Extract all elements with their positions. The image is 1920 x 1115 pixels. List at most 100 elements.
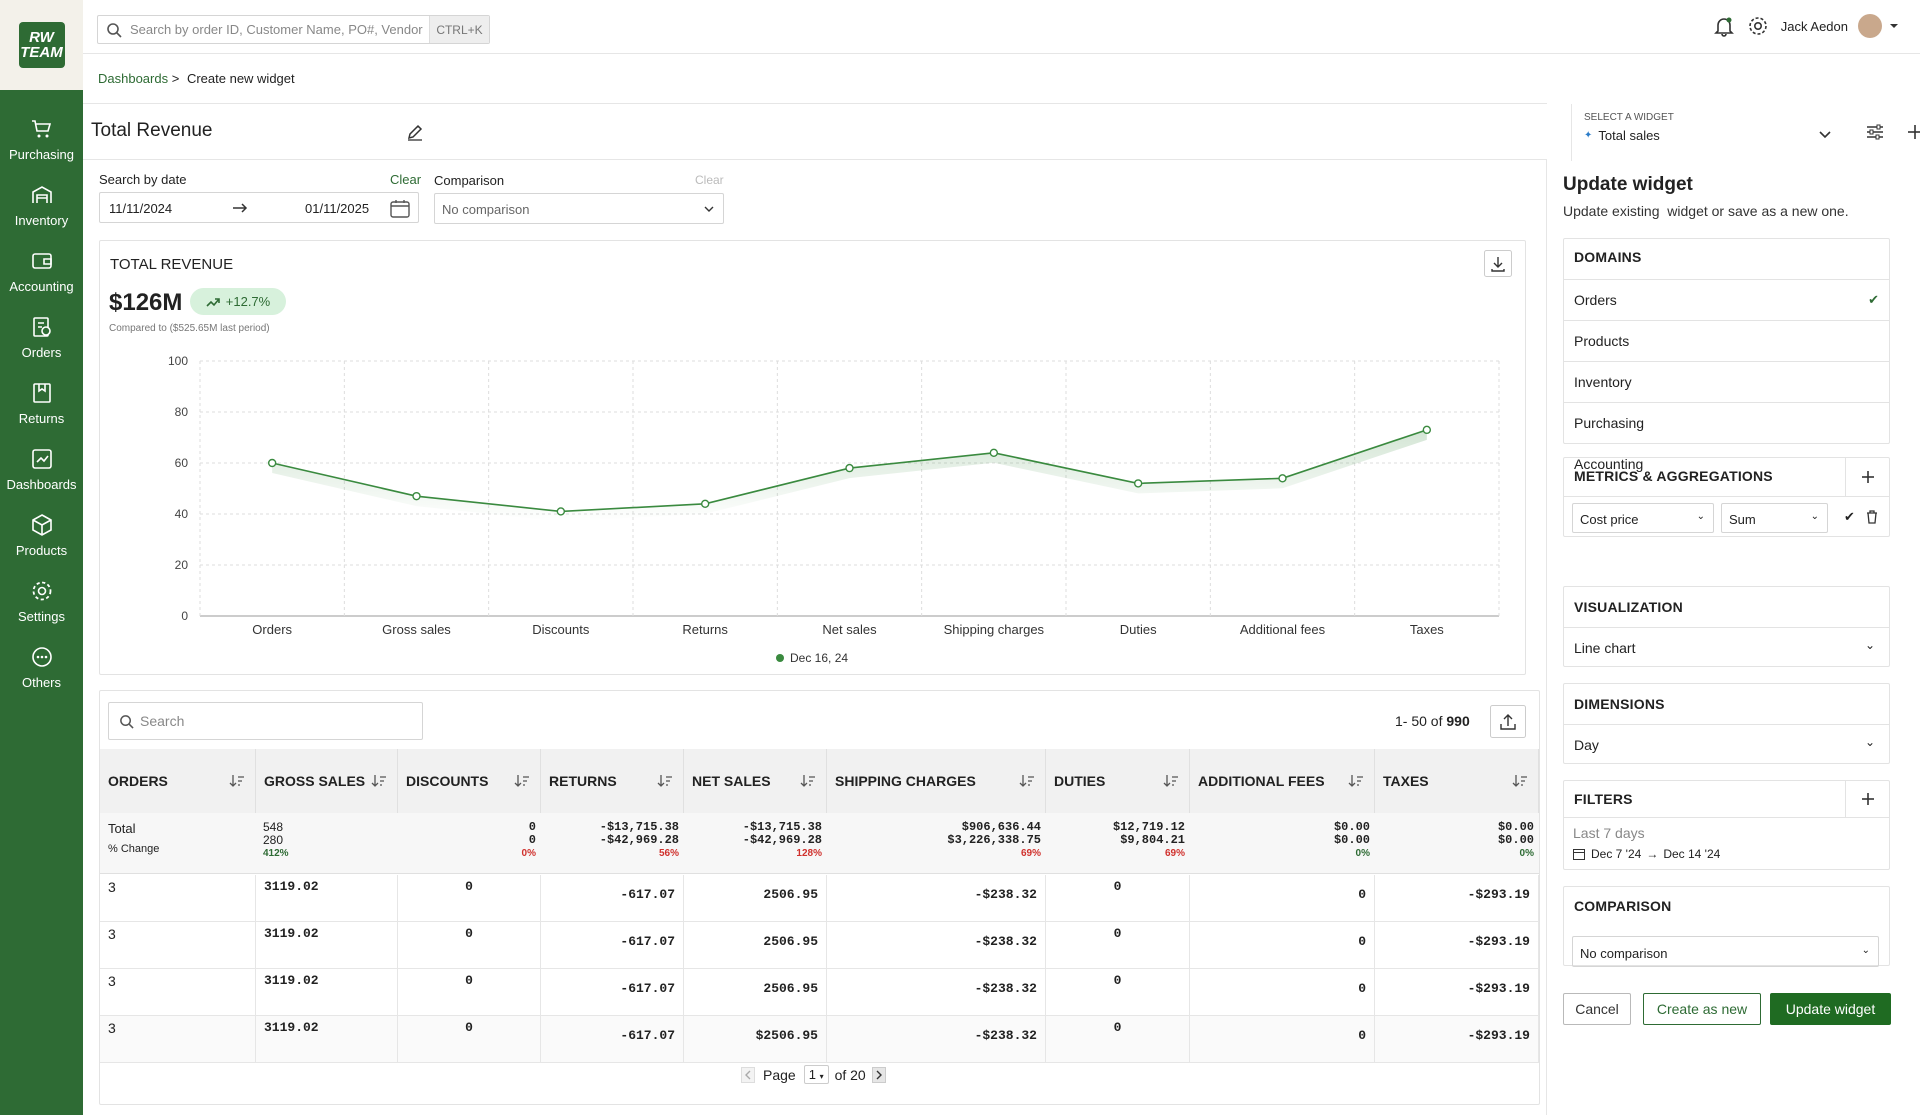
search-icon: [107, 22, 122, 38]
dimension-select[interactable]: Day ⌄: [1564, 724, 1889, 765]
sliders-icon[interactable]: [1865, 122, 1885, 142]
domain-item-orders[interactable]: Orders ✔: [1564, 279, 1889, 320]
page-select[interactable]: 1 ▾: [803, 1065, 829, 1084]
nav-item-accounting[interactable]: Accounting: [0, 249, 83, 309]
table-row[interactable]: 3 3119.02 0 -617.07 2506.95 -$238.32 0 0 -$293.1…: [100, 922, 1539, 969]
plus-icon[interactable]: [1907, 124, 1920, 140]
table-row[interactable]: 3 3119.02 0 -617.07 $2506.95 -$238.32 0 0 -$293.…: [100, 1016, 1539, 1063]
cancel-button[interactable]: Cancel: [1563, 993, 1631, 1025]
sort-icon[interactable]: [800, 774, 816, 788]
comparison-clear[interactable]: Clear: [695, 173, 724, 187]
nav-item-purchasing[interactable]: Purchasing: [0, 117, 83, 177]
edit-icon[interactable]: [406, 123, 424, 141]
column-header-gross-sales[interactable]: GROSS SALES: [256, 749, 398, 813]
column-header-returns[interactable]: RETURNS: [541, 749, 684, 813]
chart-grid: [199, 360, 1500, 617]
data-point[interactable]: [700, 499, 710, 508]
data-point[interactable]: [1278, 474, 1287, 483]
total-taxes-change: 0%: [1519, 848, 1534, 859]
domain-item-products[interactable]: Products: [1564, 320, 1889, 361]
sort-icon[interactable]: [1348, 774, 1364, 788]
data-point[interactable]: [556, 507, 566, 516]
nav-item-orders[interactable]: Orders: [0, 315, 83, 375]
nav-label: Returns: [18, 411, 65, 426]
table-cell: 0: [1190, 875, 1375, 922]
chevron-down-icon: ⌄: [1696, 511, 1705, 522]
data-point[interactable]: [1422, 425, 1432, 435]
date-filter-clear[interactable]: Clear: [390, 172, 421, 187]
trash-icon[interactable]: [1866, 510, 1878, 524]
add-filter-button[interactable]: [1845, 781, 1889, 817]
column-header-net-sales[interactable]: NET SALES: [684, 749, 827, 813]
date-range-input[interactable]: 11/11/2024 01/11/2025: [99, 192, 419, 223]
column-header-duties[interactable]: DUTIES: [1046, 749, 1190, 813]
data-point[interactable]: [1133, 479, 1143, 488]
total-duties-previous: $9,804.21: [1120, 833, 1185, 847]
table-row[interactable]: 3 3119.02 0 -617.07 2506.95 -$238.32 0 0 -$293.1…: [100, 875, 1539, 922]
sort-icon[interactable]: [229, 774, 245, 788]
breadcrumb-dashboards[interactable]: Dashboards: [98, 71, 168, 86]
nav-item-settings[interactable]: Settings: [0, 579, 83, 639]
nav-item-products[interactable]: Products: [0, 513, 83, 573]
column-header-taxes[interactable]: TAXES: [1375, 749, 1539, 813]
chevron-left-icon[interactable]: [741, 1066, 755, 1083]
data-point[interactable]: [412, 491, 421, 501]
comparison-select[interactable]: No comparison: [434, 193, 724, 224]
download-icon[interactable]: [1484, 250, 1512, 277]
nav-item-dashboards[interactable]: Dashboards: [0, 447, 83, 507]
update-widget-button[interactable]: Update widget: [1770, 993, 1891, 1025]
chevron-right-icon[interactable]: [871, 1066, 886, 1083]
calendar-icon[interactable]: [390, 199, 410, 218]
total-discounts-previous: 0: [528, 833, 536, 847]
filter-name[interactable]: Last 7 days: [1573, 825, 1645, 841]
avatar[interactable]: [1858, 14, 1882, 38]
check-icon[interactable]: ✔: [1844, 509, 1855, 525]
total-returns-previous: -$42,969.28: [599, 833, 679, 847]
widget-select[interactable]: SELECT A WIDGET ✦ Total sales: [1571, 104, 1843, 161]
chevron-down-icon[interactable]: [1888, 20, 1900, 32]
y-tick-label: 100: [168, 354, 188, 368]
nav-item-inventory[interactable]: Inventory: [0, 183, 83, 243]
data-point[interactable]: [845, 463, 854, 473]
table-row[interactable]: 3 3119.02 0 -617.07 2506.95 -$238.32 0 0 -$293.1…: [100, 969, 1539, 1016]
column-header-shipping-charges[interactable]: SHIPPING CHARGES: [827, 749, 1046, 813]
sort-icon[interactable]: [657, 774, 673, 788]
domain-item-purchasing[interactable]: Purchasing: [1564, 402, 1889, 443]
create-as-new-button[interactable]: Create as new: [1643, 993, 1761, 1025]
bell-icon[interactable]: [1713, 15, 1735, 37]
column-header-label: NET SALES: [692, 773, 771, 789]
comparison-panel-select[interactable]: No comparison ⌄: [1572, 936, 1879, 967]
visualization-select[interactable]: Line chart ⌄: [1564, 627, 1889, 668]
chevron-down-icon: ⌄: [1810, 511, 1819, 522]
domains-section: DOMAINS Orders ✔ Products Inventory Purchasi…: [1563, 238, 1890, 472]
nav-item-others[interactable]: Others: [0, 645, 83, 705]
data-point[interactable]: [989, 448, 999, 458]
y-tick-label: 20: [175, 558, 189, 572]
data-point[interactable]: [267, 458, 277, 468]
aggregation-select[interactable]: Sum ⌄: [1721, 503, 1828, 533]
date-to[interactable]: 01/11/2025: [305, 201, 369, 216]
domain-item-inventory[interactable]: Inventory: [1564, 361, 1889, 402]
table-search[interactable]: Search: [108, 702, 423, 740]
global-search[interactable]: Search by order ID, Customer Name, PO#, …: [97, 15, 490, 44]
result-total: 990: [1446, 713, 1470, 729]
sort-icon[interactable]: [1163, 774, 1179, 788]
sort-icon[interactable]: [514, 774, 530, 788]
column-header-orders[interactable]: ORDERS: [100, 749, 256, 813]
column-header-discounts[interactable]: DISCOUNTS: [398, 749, 541, 813]
table-cell: 3119.02: [256, 969, 398, 1016]
comparison-heading: COMPARISON: [1574, 898, 1672, 914]
sort-icon[interactable]: [371, 774, 387, 788]
gear-icon[interactable]: [1747, 15, 1769, 37]
metric-select[interactable]: Cost price ⌄: [1572, 503, 1714, 533]
user-name[interactable]: Jack Aedon: [1781, 19, 1848, 34]
table-cell: 0: [1046, 875, 1190, 922]
sort-icon[interactable]: [1512, 774, 1528, 788]
sort-icon[interactable]: [1019, 774, 1035, 788]
export-icon[interactable]: [1490, 705, 1526, 738]
add-metric-button[interactable]: [1845, 458, 1889, 496]
logo[interactable]: RW TEAM: [0, 0, 83, 90]
column-header-additional-fees[interactable]: ADDITIONAL FEES: [1190, 749, 1375, 813]
date-from[interactable]: 11/11/2024: [109, 201, 172, 216]
nav-item-returns[interactable]: Returns: [0, 381, 83, 441]
